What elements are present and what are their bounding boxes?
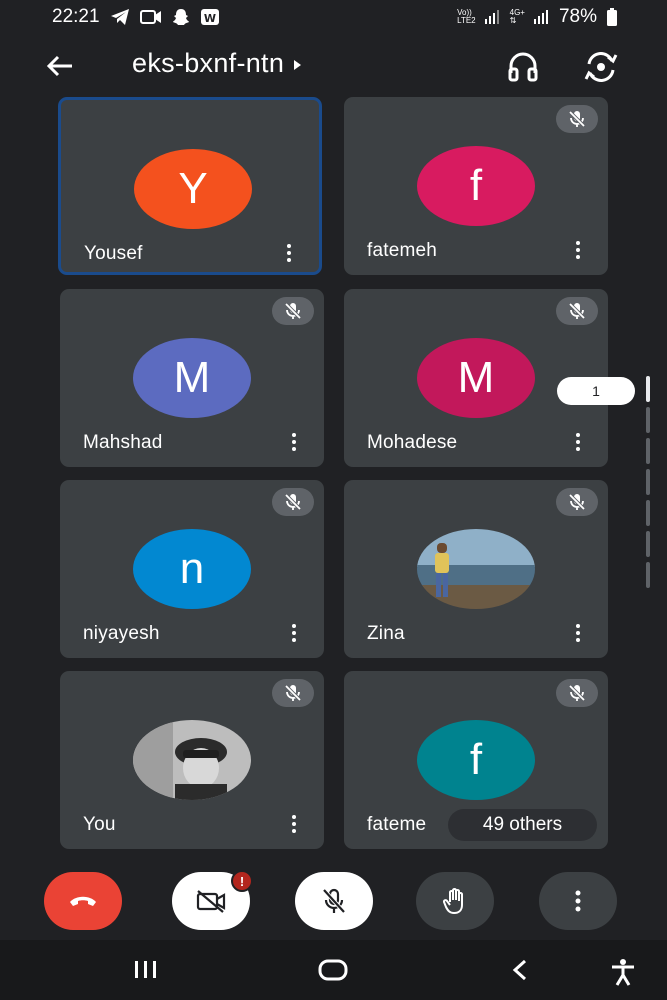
- mic-off-icon: [556, 105, 598, 133]
- camera-alert-badge: !: [231, 870, 253, 892]
- participant-more-button[interactable]: [572, 430, 584, 454]
- meeting-title-button[interactable]: eks-bxnf-ntn: [132, 48, 302, 79]
- camera-toggle-button[interactable]: !: [172, 870, 253, 930]
- status-time: 22:21: [52, 6, 100, 27]
- hang-up-icon: [70, 896, 96, 906]
- back-nav-button[interactable]: [508, 958, 532, 987]
- top-bar: eks-bxnf-ntn: [0, 34, 667, 96]
- caret-right-icon: [294, 59, 302, 70]
- recent-apps-button[interactable]: [132, 958, 160, 987]
- accessibility-icon: [612, 959, 634, 986]
- avatar: f: [417, 146, 535, 226]
- others-button[interactable]: 49 others: [448, 809, 597, 841]
- participant-name: You: [83, 814, 116, 835]
- network-type: 4G+ ⇅: [509, 8, 525, 25]
- back-arrow-icon: [46, 55, 72, 77]
- raise-hand-icon: [443, 888, 463, 915]
- avatar: M: [133, 338, 251, 418]
- participant-more-button[interactable]: [288, 430, 300, 454]
- mic-off-icon: [322, 888, 346, 914]
- battery-percent: 78%: [558, 6, 597, 27]
- participant-more-button[interactable]: [572, 621, 584, 645]
- avatar: M: [417, 338, 535, 418]
- mic-off-icon: [272, 488, 314, 516]
- network-label: Vo)) LTE2: [457, 8, 476, 25]
- battery-icon: [607, 8, 617, 26]
- participant-tile[interactable]: n niyayesh: [60, 480, 324, 658]
- back-icon: [512, 959, 527, 981]
- avatar-photo: [133, 720, 251, 800]
- raise-hand-button[interactable]: [416, 872, 494, 930]
- mic-off-icon: [272, 679, 314, 707]
- snapchat-icon: [172, 8, 190, 26]
- switch-camera-button[interactable]: [582, 49, 620, 85]
- participant-more-button[interactable]: [288, 621, 300, 645]
- system-nav-bar: [0, 940, 667, 1000]
- avatar: Y: [134, 149, 252, 229]
- avatar: f: [417, 720, 535, 800]
- participant-tile[interactable]: You: [60, 671, 324, 849]
- status-right: Vo)) LTE2 4G+ ⇅ 78%: [457, 6, 617, 28]
- app-icon: W: [200, 8, 220, 26]
- participant-name: Mahshad: [83, 432, 163, 453]
- page-indicator: 1: [557, 377, 635, 405]
- switch-camera-icon: [584, 52, 618, 82]
- svg-text:W: W: [203, 12, 215, 25]
- participant-more-button[interactable]: [283, 241, 295, 265]
- more-vert-icon: [575, 890, 581, 912]
- mic-off-icon: [556, 488, 598, 516]
- scroll-segment: [646, 500, 650, 526]
- participant-more-button[interactable]: [288, 812, 300, 836]
- signal-icon: [484, 9, 500, 25]
- mic-toggle-button[interactable]: [295, 872, 373, 930]
- audio-output-button[interactable]: [505, 49, 541, 85]
- mic-off-icon: [272, 297, 314, 325]
- meeting-code: eks-bxnf-ntn: [132, 48, 285, 78]
- participant-name: fatemeh: [367, 240, 438, 261]
- participant-tile[interactable]: f fatemeh: [344, 97, 608, 275]
- status-bar: 22:21 W Vo)) LTE2 4G+ ⇅ 78%: [0, 0, 667, 34]
- back-button[interactable]: [44, 50, 76, 82]
- status-left: 22:21 W: [52, 6, 220, 28]
- more-options-button[interactable]: [539, 872, 617, 930]
- participant-name: Yousef: [84, 243, 143, 264]
- home-button[interactable]: [317, 958, 349, 987]
- scroll-segment: [646, 376, 650, 402]
- scroll-segment: [646, 407, 650, 433]
- signal-icon-2: [533, 9, 549, 25]
- camera-off-icon: [196, 890, 226, 913]
- scroll-segment: [646, 469, 650, 495]
- page-scrollbar[interactable]: [646, 376, 652, 608]
- participant-name: fateme: [367, 814, 427, 835]
- participant-tile[interactable]: Zina: [344, 480, 608, 658]
- scroll-segment: [646, 531, 650, 557]
- scroll-segment: [646, 562, 650, 588]
- mic-off-icon: [556, 679, 598, 707]
- recent-apps-icon: [135, 961, 156, 978]
- participant-name: niyayesh: [83, 623, 160, 644]
- home-icon: [318, 959, 348, 981]
- scroll-segment: [646, 438, 650, 464]
- headphones-icon: [508, 52, 538, 82]
- accessibility-button[interactable]: [609, 958, 637, 991]
- mic-off-icon: [556, 297, 598, 325]
- avatar-photo: [417, 529, 535, 609]
- participant-more-button[interactable]: [572, 238, 584, 262]
- hang-up-button[interactable]: [44, 872, 122, 930]
- participant-tile[interactable]: M Mahshad: [60, 289, 324, 467]
- participant-name: Zina: [367, 623, 405, 644]
- video-icon: [139, 9, 162, 25]
- participant-name: Mohadese: [367, 432, 458, 453]
- participant-tile[interactable]: Y Yousef: [58, 97, 322, 275]
- telegram-icon: [110, 8, 130, 26]
- avatar: n: [133, 529, 251, 609]
